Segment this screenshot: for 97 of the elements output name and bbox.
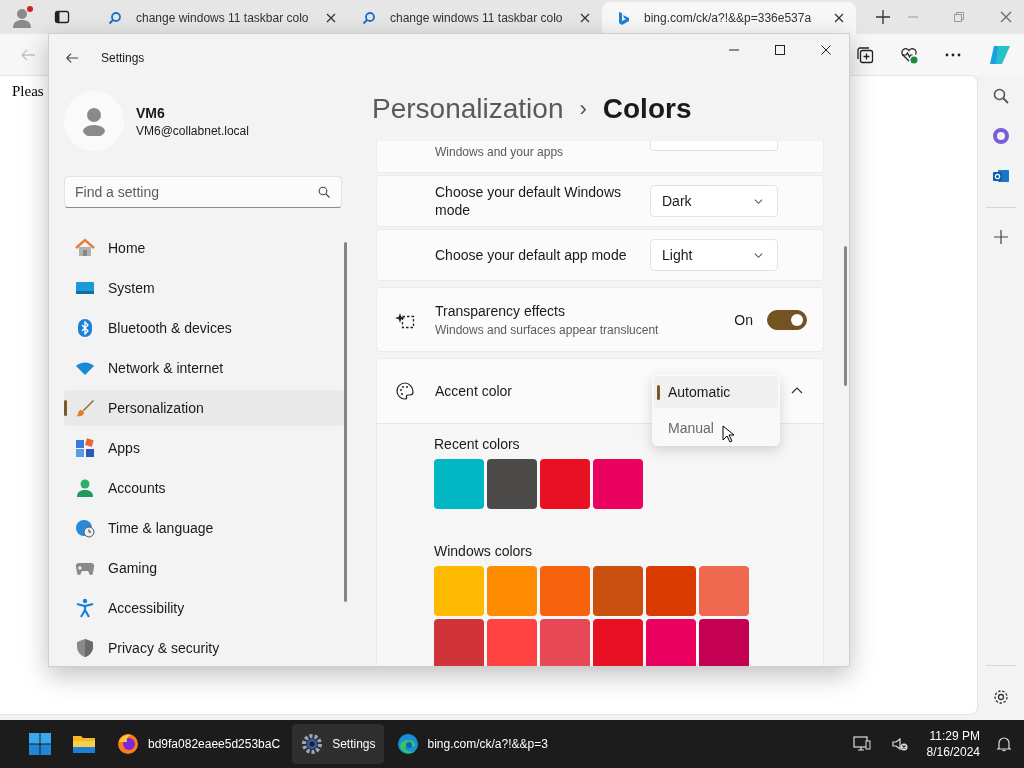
nav-item[interactable]: Accounts bbox=[64, 470, 344, 506]
gear-icon bbox=[300, 732, 325, 756]
breadcrumb-parent[interactable]: Personalization bbox=[372, 93, 564, 125]
notification-bell-icon[interactable] bbox=[996, 736, 1012, 752]
color-swatch[interactable] bbox=[699, 619, 749, 666]
globe-clock-icon bbox=[75, 518, 95, 538]
speaker-muted-icon[interactable] bbox=[890, 735, 909, 753]
search-icon bbox=[108, 11, 122, 25]
dropdown[interactable]: Light bbox=[650, 239, 778, 271]
menu-option[interactable]: Manual bbox=[654, 412, 778, 444]
settings-icon[interactable] bbox=[992, 688, 1010, 706]
color-swatch[interactable] bbox=[646, 619, 696, 666]
house-icon bbox=[75, 238, 95, 258]
menu-option[interactable]: Automatic bbox=[654, 376, 778, 408]
section-label: Recent colors bbox=[434, 436, 521, 452]
browser-tab[interactable]: change windows 11 taskbar colo bbox=[94, 2, 348, 34]
accessibility-figure-icon bbox=[75, 598, 95, 618]
color-swatch[interactable] bbox=[487, 566, 537, 616]
color-swatch[interactable] bbox=[593, 459, 643, 509]
color-swatch[interactable] bbox=[540, 566, 590, 616]
toggle-switch[interactable] bbox=[767, 309, 807, 330]
nav-item[interactable]: Apps bbox=[64, 430, 344, 466]
toggle-state-label: On bbox=[734, 311, 753, 328]
nav-item[interactable]: Network & internet bbox=[64, 350, 344, 386]
tab-actions-icon[interactable] bbox=[54, 9, 70, 25]
nav-item[interactable]: Privacy & security bbox=[64, 630, 344, 666]
palette-icon bbox=[393, 381, 417, 401]
apps-grid-icon bbox=[75, 438, 95, 458]
shield-icon bbox=[75, 638, 95, 658]
bluetooth-icon bbox=[75, 318, 95, 338]
color-swatch[interactable] bbox=[434, 619, 484, 666]
window-title: Settings bbox=[101, 51, 145, 65]
color-swatch[interactable] bbox=[699, 566, 749, 616]
taskbar-app[interactable]: Settings bbox=[292, 724, 384, 764]
color-swatch[interactable] bbox=[646, 566, 696, 616]
maximize-icon bbox=[775, 45, 785, 55]
setting-label: Accent color bbox=[435, 382, 514, 400]
windows-logo-icon bbox=[28, 732, 52, 756]
setting-label: Transparency effects bbox=[435, 302, 566, 320]
color-swatch[interactable] bbox=[434, 459, 484, 509]
chevron-down-icon bbox=[754, 250, 763, 260]
nav-item[interactable]: Gaming bbox=[64, 550, 344, 586]
nav-item[interactable]: Accessibility bbox=[64, 590, 344, 626]
search-icon bbox=[362, 11, 376, 25]
color-swatch[interactable] bbox=[540, 459, 590, 509]
chevron-down-icon bbox=[754, 196, 763, 206]
color-swatch[interactable] bbox=[593, 619, 643, 666]
close-icon[interactable] bbox=[326, 13, 336, 23]
setting-description: Windows and your apps bbox=[435, 145, 564, 159]
b-logo-icon bbox=[616, 11, 630, 25]
monitor-icon[interactable] bbox=[852, 735, 871, 753]
search-icon bbox=[318, 186, 330, 198]
color-swatch[interactable] bbox=[487, 459, 537, 509]
nav-item[interactable]: Personalization bbox=[64, 390, 344, 426]
clock-time[interactable]: 11:29 PM bbox=[929, 728, 980, 744]
page-text: Pleas bbox=[12, 83, 44, 99]
person-icon bbox=[75, 478, 95, 498]
color-swatch[interactable] bbox=[434, 566, 484, 616]
search-icon[interactable] bbox=[992, 87, 1010, 105]
ring-logo-icon[interactable] bbox=[992, 127, 1010, 145]
page-title: Colors bbox=[602, 93, 692, 125]
close-icon bbox=[821, 45, 831, 55]
clock-date[interactable]: 8/16/2024 bbox=[926, 744, 980, 760]
setting-label: Choose your default Windows mode bbox=[435, 183, 622, 219]
color-swatch[interactable] bbox=[540, 619, 590, 666]
search-field[interactable]: Find a setting bbox=[64, 176, 342, 208]
new-tab-icon[interactable] bbox=[876, 10, 890, 24]
collections-icon[interactable] bbox=[856, 45, 874, 64]
user-email: VM6@collabnet.local bbox=[136, 123, 249, 138]
nav-item[interactable]: System bbox=[64, 270, 344, 306]
brush-icon bbox=[75, 398, 95, 418]
restore-icon[interactable] bbox=[954, 12, 964, 22]
heart-pulse-icon[interactable] bbox=[900, 45, 918, 64]
user-name: VM6 bbox=[136, 104, 166, 121]
color-swatch[interactable] bbox=[593, 566, 643, 616]
add-icon[interactable] bbox=[994, 230, 1008, 244]
mouse-cursor-icon bbox=[722, 425, 734, 443]
nav-item[interactable]: Time & language bbox=[64, 510, 344, 546]
browser-tab[interactable]: change windows 11 taskbar colo bbox=[348, 2, 602, 34]
mail-icon[interactable] bbox=[992, 167, 1010, 185]
section-label: Windows colors bbox=[434, 543, 534, 559]
setting-label: Choose your default app mode bbox=[435, 246, 628, 264]
color-swatch[interactable] bbox=[487, 619, 537, 666]
edge-icon bbox=[395, 732, 420, 756]
browser-tab[interactable]: bing.com/ck/a?!&&p=336e537a bbox=[602, 2, 856, 34]
nav-item[interactable]: Home bbox=[64, 230, 344, 266]
firefox-icon bbox=[116, 732, 140, 756]
taskbar-app[interactable]: bing.com/ck/a?!&&p=3 bbox=[387, 724, 556, 764]
profile-avatar-icon[interactable] bbox=[10, 5, 34, 29]
dropdown[interactable]: Dark bbox=[650, 185, 778, 217]
setting-description: Windows and surfaces appear translucent bbox=[435, 323, 659, 337]
nav-item[interactable]: Bluetooth & devices bbox=[64, 310, 344, 346]
close-icon[interactable] bbox=[580, 13, 590, 23]
close-icon[interactable] bbox=[834, 13, 844, 23]
back-arrow-icon[interactable] bbox=[65, 51, 79, 65]
breadcrumb-separator: › bbox=[579, 96, 587, 122]
taskbar-app[interactable]: bd9fa082eaee5d253baC bbox=[108, 724, 289, 764]
